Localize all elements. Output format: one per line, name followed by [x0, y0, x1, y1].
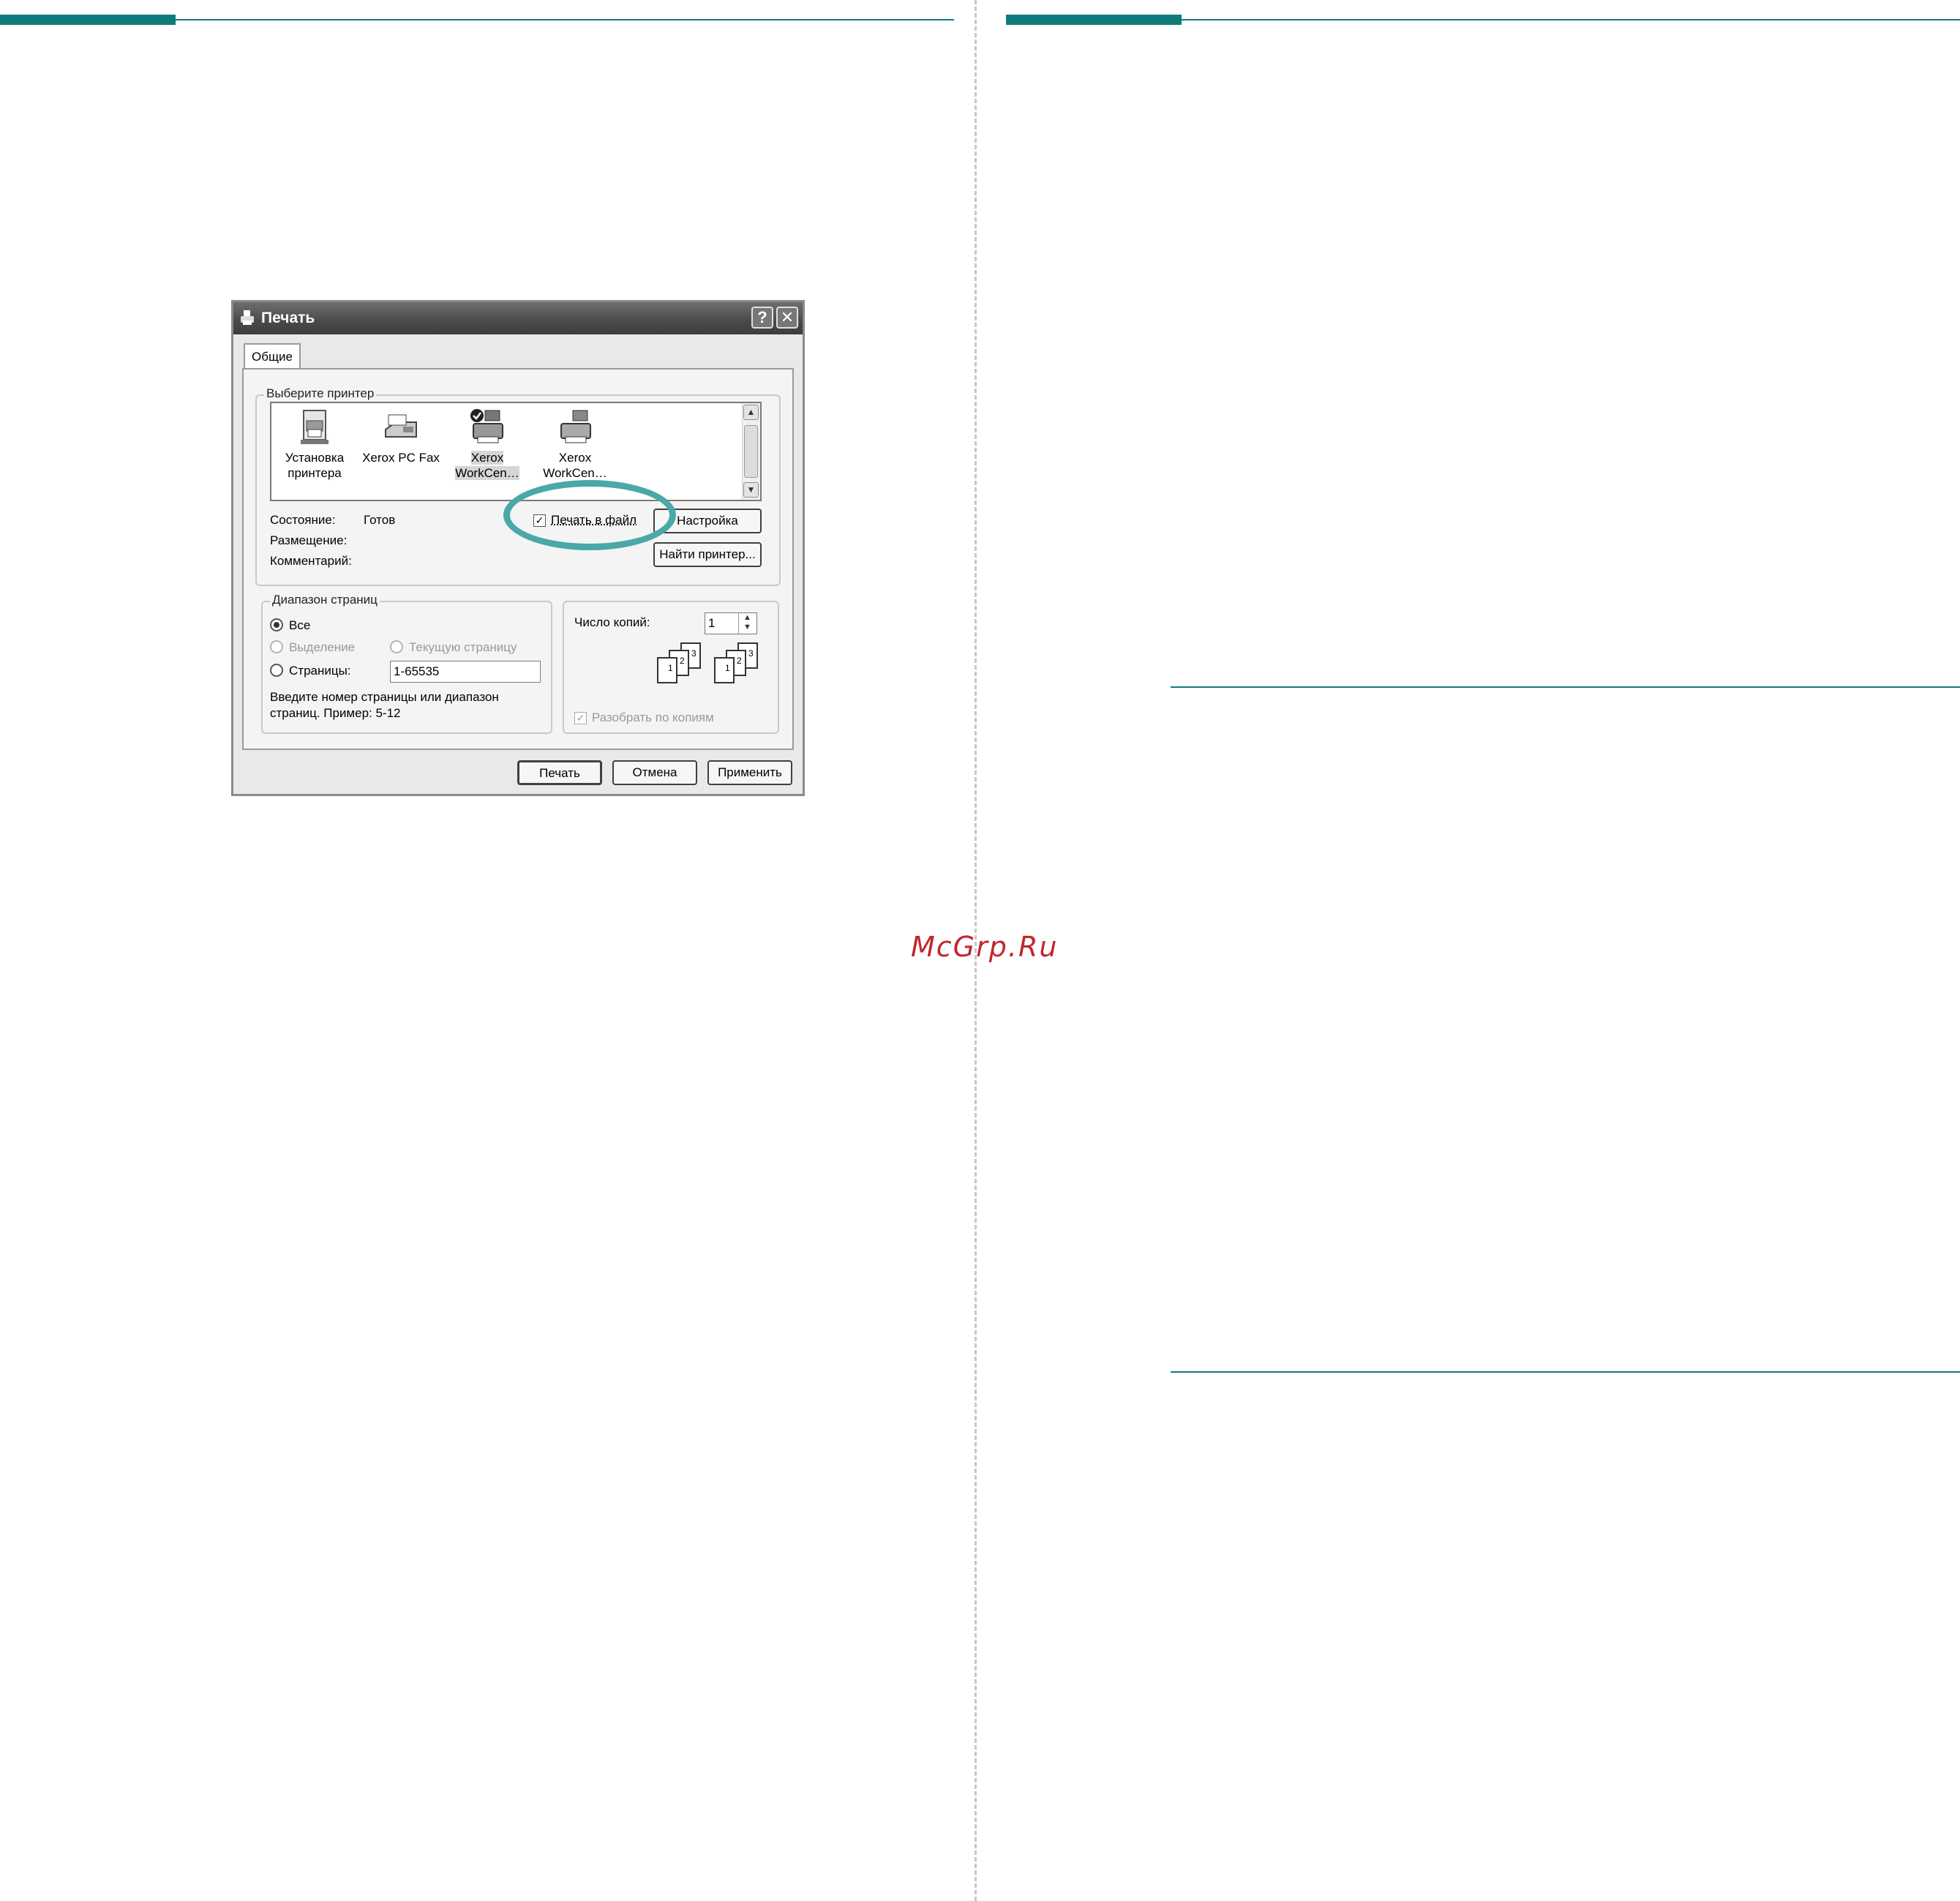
collate-label[interactable]: Разобрать по копиям	[592, 710, 714, 725]
collate-page-number: 3	[691, 648, 696, 659]
range-pages-radio[interactable]	[270, 664, 283, 677]
highlight-ring	[503, 480, 676, 550]
header-rule-right	[1182, 19, 1960, 20]
watermark-text: McGrp.Ru	[911, 931, 1059, 963]
printer-item-xerox-default[interactable]: Xerox WorkCen…	[447, 403, 527, 481]
printer-icon	[560, 410, 591, 443]
status-value: Готов	[364, 513, 396, 527]
comment-label: Комментарий:	[270, 554, 352, 568]
title-bar[interactable]: Печать ? ✕	[233, 302, 803, 334]
collate-page-number: 3	[748, 648, 754, 659]
copies-spinner-icon[interactable]: ▲ ▼	[738, 613, 756, 634]
printer-caption: Xerox WorkCen…	[455, 451, 519, 480]
range-selection-radio[interactable]	[270, 640, 283, 653]
collate-page-number: 2	[737, 656, 742, 666]
collate-page-number: 1	[725, 663, 730, 673]
range-current-label[interactable]: Текущую страницу	[409, 640, 517, 655]
printer-list[interactable]: Установка принтера Xerox PC Fax Xerox Work…	[270, 402, 762, 501]
close-button[interactable]: ✕	[776, 307, 798, 329]
range-selection-label[interactable]: Выделение	[289, 640, 355, 655]
section-rule-2	[1171, 1371, 1960, 1373]
select-printer-legend: Выберите принтер	[264, 386, 377, 401]
collate-page-number: 2	[680, 656, 685, 666]
range-hint-line2: страниц. Пример: 5-12	[270, 706, 401, 720]
print-dialog: Печать ? ✕ Общие Выберите принтер Устано…	[231, 300, 805, 796]
tab-general[interactable]: Общие	[244, 343, 301, 370]
range-pages-input[interactable]: 1-65535	[390, 661, 541, 683]
status-label: Состояние:	[270, 513, 336, 527]
fax-icon	[385, 414, 417, 438]
range-all-label[interactable]: Все	[289, 618, 310, 633]
printer-item-add[interactable]: Установка принтера	[274, 403, 355, 481]
header-rule-left	[176, 19, 954, 20]
cancel-button[interactable]: Отмена	[612, 760, 697, 785]
printer-caption: Xerox WorkCen…	[543, 451, 607, 480]
printer-icon	[241, 310, 254, 325]
page-range-legend: Диапазон страниц	[270, 593, 380, 607]
printer-caption: Xerox PC Fax	[362, 451, 440, 465]
scroll-thumb[interactable]	[744, 425, 758, 478]
collate-checkbox[interactable]: ✓	[574, 712, 587, 724]
default-printer-icon	[470, 409, 503, 443]
printer-list-scrollbar[interactable]: ▲ ▼	[742, 403, 760, 500]
scroll-up-arrow-icon[interactable]: ▲	[743, 405, 759, 420]
add-printer-icon	[301, 410, 328, 444]
apply-button[interactable]: Применить	[707, 760, 792, 785]
scroll-down-arrow-icon[interactable]: ▼	[743, 482, 759, 498]
range-all-radio[interactable]	[270, 618, 283, 631]
printer-item-fax[interactable]: Xerox PC Fax	[361, 403, 441, 465]
range-hint-line1: Введите номер страницы или диапазон	[270, 690, 499, 704]
collate-pages-icon: 3 2 1 3 2 1	[657, 642, 758, 683]
collate-page-number: 1	[668, 663, 673, 673]
header-accent-left	[0, 15, 176, 25]
range-current-radio[interactable]	[390, 640, 403, 653]
printer-caption: Установка принтера	[285, 451, 345, 480]
print-button[interactable]: Печать	[517, 760, 602, 785]
dialog-title: Печать	[261, 310, 315, 326]
section-rule-1	[1171, 686, 1960, 688]
help-button[interactable]: ?	[751, 307, 773, 329]
range-pages-label[interactable]: Страницы:	[289, 664, 351, 678]
header-accent-right	[1006, 15, 1182, 25]
find-printer-button[interactable]: Найти принтер...	[653, 542, 762, 567]
copies-label: Число копий:	[574, 615, 650, 629]
printer-item-xerox[interactable]: Xerox WorkCen…	[535, 403, 615, 481]
location-label: Размещение:	[270, 533, 348, 547]
